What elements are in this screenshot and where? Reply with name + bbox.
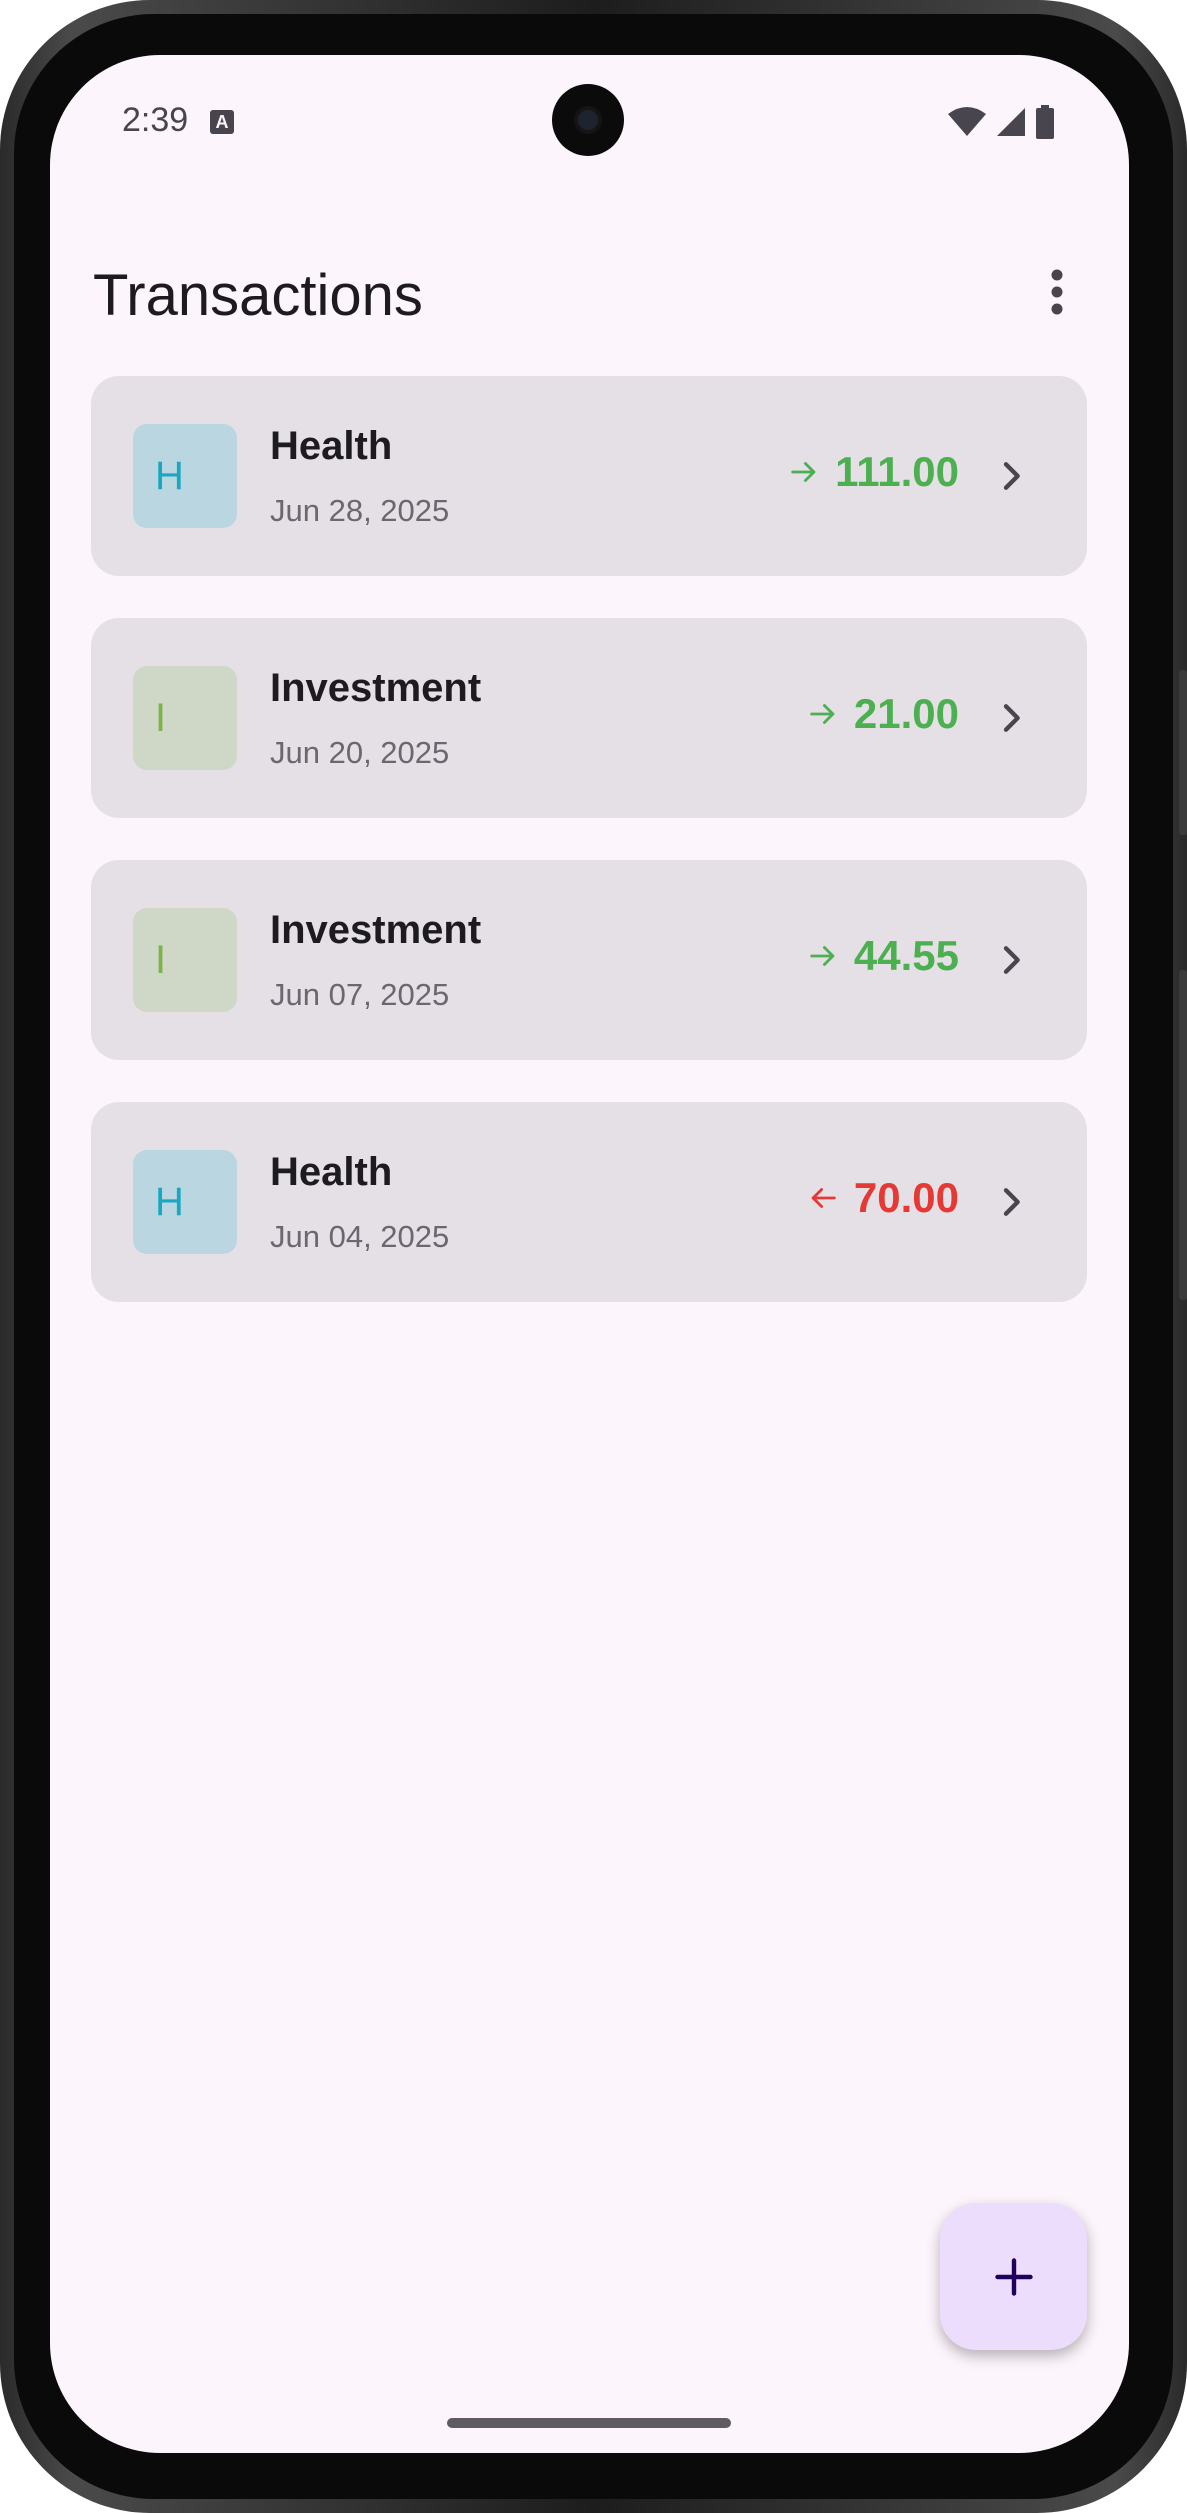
front-camera xyxy=(552,84,624,156)
category-avatar: I xyxy=(133,908,237,1012)
overflow-menu-button[interactable] xyxy=(1025,260,1089,324)
transaction-card[interactable]: H Health Jun 28, 2025 111.00 xyxy=(91,376,1087,576)
transaction-amount: 70.00 xyxy=(853,1174,959,1221)
chevron-right-icon xyxy=(1003,1188,1020,1216)
amount-group: 70.00 xyxy=(806,1174,959,1222)
wifi-icon xyxy=(948,107,986,136)
transaction-category: Health xyxy=(270,1150,393,1194)
screen: 2:39 A Transactions H Health Jun 28, 202… xyxy=(50,55,1129,2453)
category-avatar: I xyxy=(133,666,237,770)
transaction-card[interactable]: H Health Jun 04, 2025 70.00 xyxy=(91,1102,1087,1302)
category-avatar: H xyxy=(133,1150,237,1254)
transaction-amount: 21.00 xyxy=(853,690,959,737)
arrow-forward-icon xyxy=(810,946,835,966)
page-title: Transactions xyxy=(93,263,423,328)
phone-frame: 2:39 A Transactions H Health Jun 28, 202… xyxy=(0,0,1187,2513)
transaction-category: Investment xyxy=(270,666,482,710)
chevron-right-icon xyxy=(1003,462,1020,490)
status-icons xyxy=(947,105,1055,139)
transaction-date: Jun 04, 2025 xyxy=(270,1219,450,1254)
transaction-category: Health xyxy=(270,424,393,468)
amount-group: 21.00 xyxy=(806,690,959,738)
cellular-signal-icon xyxy=(997,108,1025,136)
transaction-amount: 44.55 xyxy=(853,932,959,979)
transaction-amount: 111.00 xyxy=(835,448,959,495)
status-bar: 2:39 A xyxy=(50,55,1129,185)
battery-icon xyxy=(1036,105,1054,139)
transaction-list: H Health Jun 28, 2025 111.00 I Investmen… xyxy=(91,376,1087,1344)
transaction-card[interactable]: I Investment Jun 20, 2025 21.00 xyxy=(91,618,1087,818)
transaction-date: Jun 28, 2025 xyxy=(270,493,450,528)
amount-group: 111.00 xyxy=(787,448,959,496)
arrow-back-icon xyxy=(811,1188,836,1208)
notification-a-icon: A xyxy=(210,110,234,134)
top-app-bar: Transactions xyxy=(50,240,1129,340)
chevron-right-icon xyxy=(1003,704,1020,732)
power-button xyxy=(1179,670,1187,835)
more-vert-icon xyxy=(1051,269,1063,315)
chevron-right-icon xyxy=(1003,946,1020,974)
volume-button xyxy=(1179,970,1187,1300)
transaction-date: Jun 20, 2025 xyxy=(270,735,450,770)
status-time: 2:39 xyxy=(122,101,189,139)
arrow-forward-icon xyxy=(810,704,835,724)
transaction-card[interactable]: I Investment Jun 07, 2025 44.55 xyxy=(91,860,1087,1060)
arrow-forward-icon xyxy=(791,462,816,482)
transaction-category: Investment xyxy=(270,908,482,952)
plus-icon xyxy=(994,2257,1033,2296)
home-gesture-bar[interactable] xyxy=(447,2418,731,2428)
amount-group: 44.55 xyxy=(806,932,959,980)
add-transaction-fab[interactable] xyxy=(940,2203,1087,2350)
transaction-date: Jun 07, 2025 xyxy=(270,977,450,1012)
category-avatar: H xyxy=(133,424,237,528)
